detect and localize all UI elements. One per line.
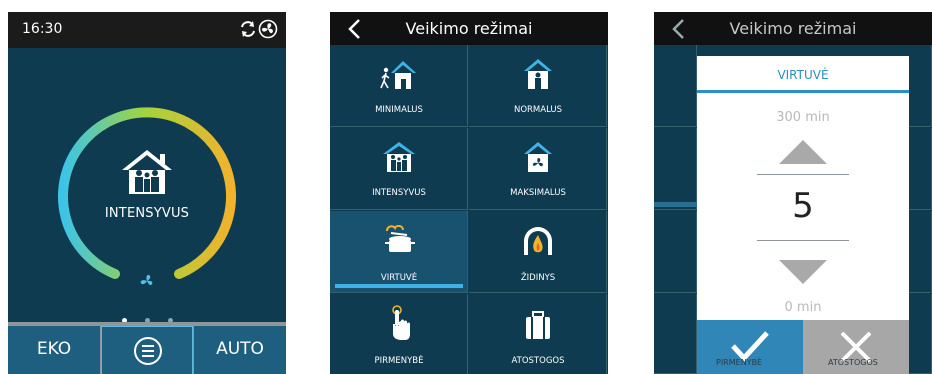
mode-label: MAKSIMALUS [510, 188, 566, 198]
mode-label: ŽIDINYS [520, 273, 556, 283]
selected-indicator [335, 284, 463, 288]
separator [757, 174, 849, 175]
person-house-icon [524, 59, 552, 89]
auto-button[interactable]: AUTO [194, 326, 286, 374]
modes-screen: Veikimo režimai MINIMALUS NORMALUS INTEN… [330, 12, 608, 374]
timer-header: Veikimo režimai [654, 12, 932, 45]
suitcase-icon [526, 311, 550, 339]
background-tile [654, 211, 697, 293]
background-tile [909, 211, 932, 293]
mode-label: INTENSYVUS [372, 188, 426, 198]
status-bar: 16:30 [8, 12, 286, 48]
menu-button[interactable] [101, 326, 193, 374]
menu-icon [134, 337, 162, 365]
current-mode-label: INTENSYVUS [104, 206, 190, 221]
mode-label: ATOSTOGOS [511, 356, 565, 366]
fan-house-icon [524, 142, 552, 172]
background-tile [909, 45, 932, 127]
background-tile [654, 294, 697, 374]
eko-button[interactable]: EKO [8, 326, 100, 374]
cooking-pot-icon [385, 224, 415, 252]
increase-arrow-icon[interactable] [779, 140, 827, 164]
mode-tile-pirmenybe[interactable]: PIRMENYBĖ [330, 294, 468, 374]
mode-tile-virtuve[interactable]: VIRTUVĖ [330, 211, 468, 293]
fireplace-icon [524, 227, 552, 255]
mode-label: MINIMALUS [375, 105, 423, 115]
fan-icon[interactable] [258, 19, 278, 39]
mode-tile-maksimalus[interactable]: MAKSIMALUS [469, 128, 607, 210]
mode-tile-atostogos[interactable]: ATOSTOGOS [469, 294, 607, 374]
mode-label: VIRTUVĖ [380, 273, 418, 283]
background-tile [654, 45, 697, 127]
dialog-divider [697, 90, 909, 93]
selected-indicator [654, 202, 697, 207]
timer-screen: Veikimo režimai VIRTUVĖ 300 min 5 0 min … [654, 12, 932, 374]
min-value-label: 0 min [784, 300, 822, 315]
family-house-icon [383, 142, 415, 172]
background-tile [654, 128, 697, 210]
mode-tile-minimalus[interactable]: MINIMALUS [330, 45, 468, 127]
timer-dialog: VIRTUVĖ 300 min 5 0 min [697, 56, 909, 320]
fan-speed-icon [140, 274, 153, 286]
page-title: Veikimo režimai [729, 19, 857, 38]
background-tile [909, 294, 932, 374]
modes-header: Veikimo režimai [330, 12, 608, 45]
mode-label: NORMALUS [513, 105, 563, 115]
background-tile [909, 128, 932, 210]
max-value-label: 300 min [776, 110, 830, 125]
mode-tile-normalus[interactable]: NORMALUS [469, 45, 607, 127]
refresh-icon[interactable] [238, 19, 258, 39]
modes-grid: MINIMALUS NORMALUS INTENSYVUS MAKSIMALUS… [330, 45, 608, 374]
timer-value[interactable]: 5 [697, 186, 909, 226]
clock-time: 16:30 [22, 21, 63, 37]
mode-tile-intensyvus[interactable]: INTENSYVUS [330, 128, 468, 210]
family-house-icon [122, 150, 172, 194]
hand-pointer-icon [392, 305, 410, 340]
mode-tile-zidinys[interactable]: ŽIDINYS [469, 211, 607, 293]
bottom-bar: EKO AUTO [8, 322, 286, 374]
home-screen: 16:30 INTENSYVUS EKO AUTO [8, 12, 286, 374]
decrease-arrow-icon[interactable] [779, 260, 827, 284]
underlying-label: ATOSTOGOS [828, 358, 878, 367]
page-title: Veikimo režimai [405, 19, 533, 38]
mode-dial[interactable]: INTENSYVUS [8, 48, 286, 323]
mode-label: PIRMENYBĖ [374, 356, 424, 366]
walking-person-house-icon [380, 61, 416, 89]
separator [757, 240, 849, 241]
dialog-title: VIRTUVĖ [777, 68, 829, 82]
underlying-label: PIRMENYBĖ [716, 358, 763, 367]
